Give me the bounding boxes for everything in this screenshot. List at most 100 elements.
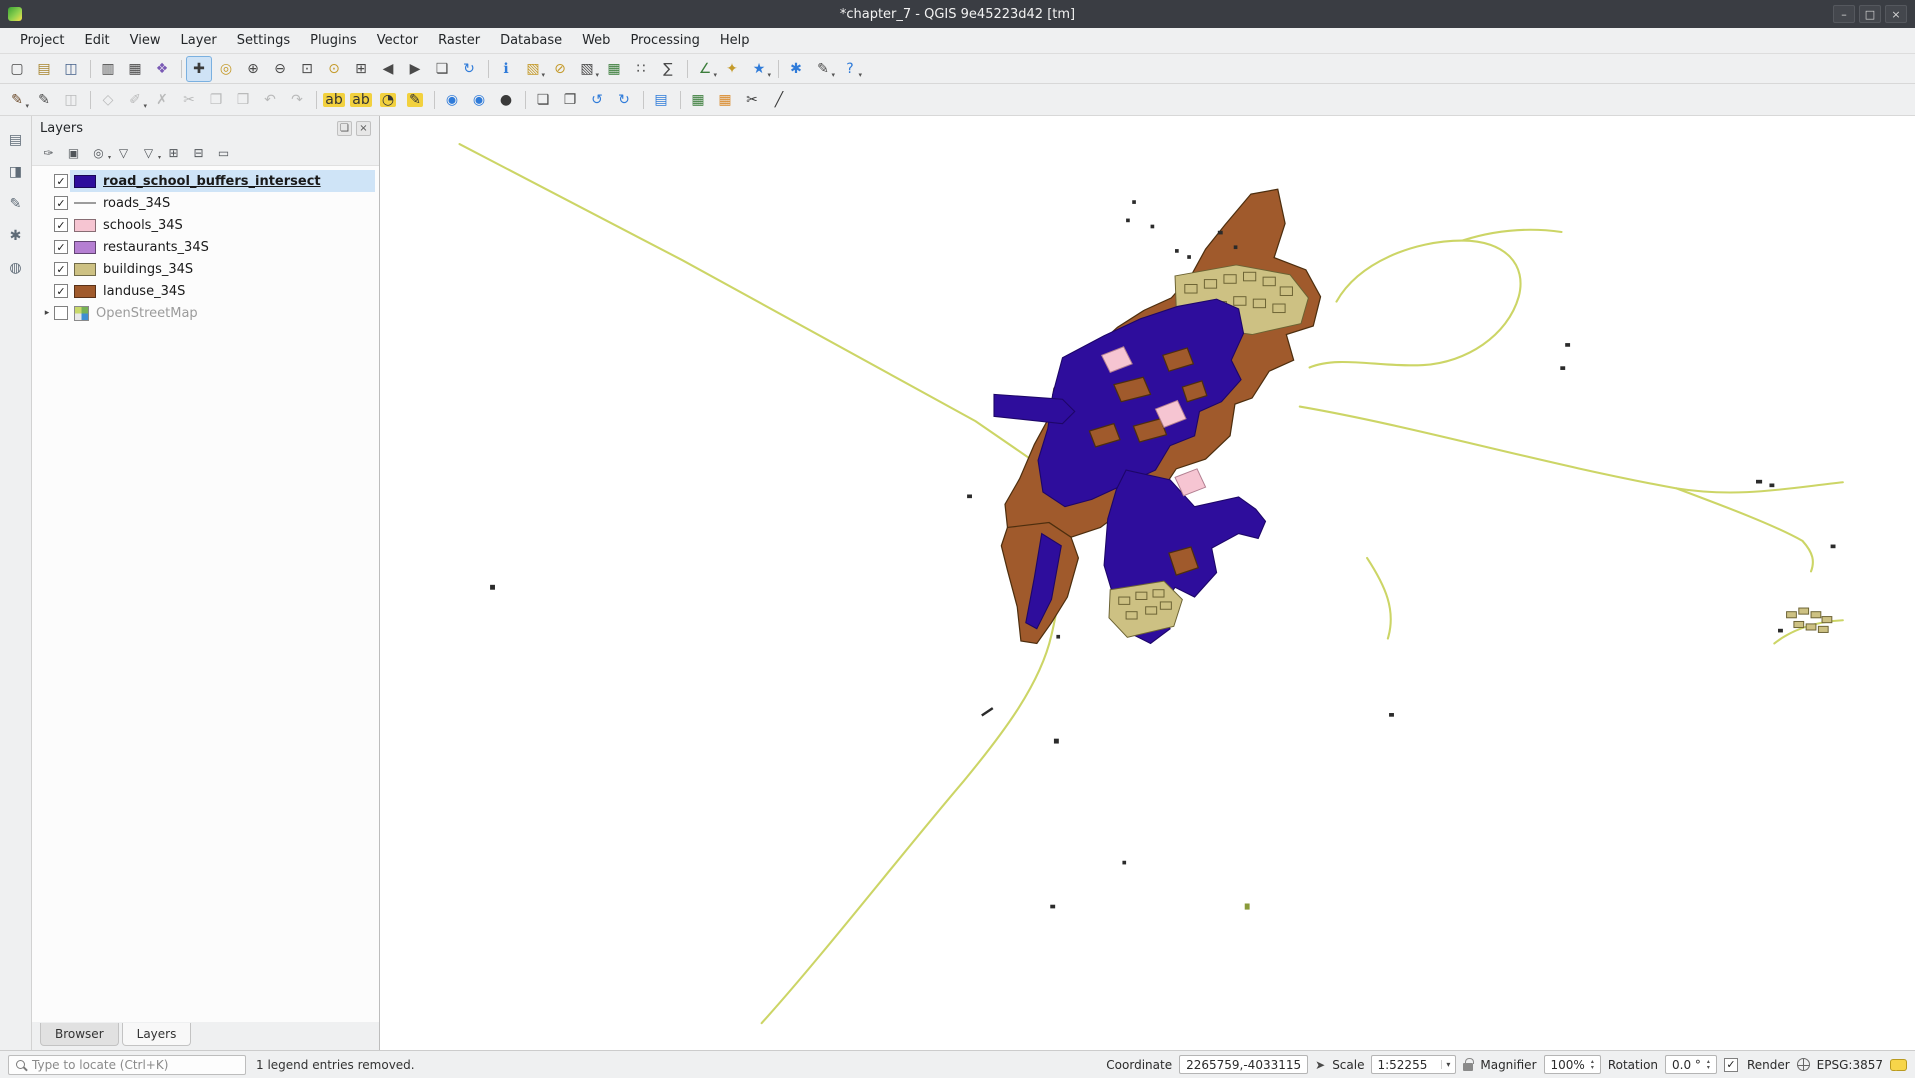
toolbar-separator[interactable] [638,87,647,113]
messages-icon[interactable] [1890,1059,1907,1071]
help-contents-icon[interactable]: ? [837,56,863,82]
expand-all-icon[interactable]: ⊞ [162,142,185,163]
new-map-view-icon[interactable]: ❏ [429,56,455,82]
layer-item[interactable]: schools_34S [32,214,379,236]
dock-processing-icon[interactable]: ✱ [10,228,22,244]
layer-labeling-icon[interactable]: ab [321,87,347,113]
azimuth-measure-icon[interactable]: ╱ [766,87,792,113]
zoom-to-layer-icon[interactable]: ⊞ [348,56,374,82]
add-feature-icon[interactable]: ◇ [95,87,121,113]
menu-item[interactable]: View [120,30,171,51]
label-pin-icon[interactable]: ✎ [402,87,428,113]
toolbar-separator[interactable] [311,87,320,113]
menu-item[interactable]: Plugins [300,30,367,51]
menu-item[interactable]: Layer [171,30,227,51]
refresh-map-icon[interactable]: ↻ [456,56,482,82]
style-manager-icon[interactable]: ❖ [149,56,175,82]
menu-item[interactable]: Edit [74,30,119,51]
spinner-arrows-icon[interactable] [1707,1059,1710,1071]
open-attribute-table-icon[interactable]: ▦ [601,56,627,82]
menu-item[interactable]: Help [710,30,760,51]
osm-place-search-icon[interactable]: ◉ [439,87,465,113]
layer-item[interactable]: buildings_34S [32,258,379,280]
toolbar-separator[interactable] [85,87,94,113]
toolbar-separator[interactable] [773,56,782,82]
toggle-editing-icon[interactable]: ✎ [31,87,57,113]
paste-style-icon[interactable]: ❐ [557,87,583,113]
grid-plugin-icon[interactable]: ▦ [712,87,738,113]
zoom-next-icon[interactable]: ▶ [402,56,428,82]
deselect-features-icon[interactable]: ⊘ [547,56,573,82]
menu-item[interactable]: Raster [428,30,490,51]
scale-lock-icon[interactable] [1463,1063,1473,1071]
toolbar-separator[interactable] [520,87,529,113]
layout-manager-icon[interactable]: ▦ [122,56,148,82]
copy-features-icon[interactable]: ❐ [203,87,229,113]
save-project-icon[interactable]: ◫ [58,56,84,82]
delete-selected-icon[interactable]: ✗ [149,87,175,113]
save-layer-edits-icon[interactable]: ◫ [58,87,84,113]
field-calculator-icon[interactable]: ∷ [628,56,654,82]
panel-tab[interactable]: Layers [122,1023,192,1046]
rotation-input[interactable]: 0.0 ° [1665,1055,1717,1074]
locate-search-input[interactable]: Type to locate (Ctrl+K) [8,1055,246,1075]
zoom-last-icon[interactable]: ◀ [375,56,401,82]
close-panel-icon[interactable]: × [356,121,371,136]
scale-combo[interactable]: 1:52255 ▾ [1371,1055,1456,1074]
filter-legend-icon[interactable]: ▽ [112,142,135,163]
map-tips-icon[interactable]: ✦ [719,56,745,82]
toolbar-separator[interactable] [682,56,691,82]
close-icon[interactable]: × [1885,5,1907,23]
zoom-out-icon[interactable]: ⊖ [267,56,293,82]
layer-visibility-checkbox[interactable] [54,174,68,188]
clipper-plugin-icon[interactable]: ✂ [739,87,765,113]
extents-toggle-icon[interactable]: ➤ [1315,1058,1325,1072]
manage-map-themes-icon[interactable]: ◎ [87,142,110,163]
pan-map-icon[interactable]: ✚ [186,56,212,82]
toolbar-separator[interactable] [483,56,492,82]
coordinate-input[interactable]: 2265759,-4033115 [1179,1055,1308,1074]
add-group-icon[interactable]: ▣ [62,142,85,163]
open-layer-styling-panel-icon[interactable]: ✑ [37,142,60,163]
zoom-in-icon[interactable]: ⊕ [240,56,266,82]
redo-style-icon[interactable]: ↻ [611,87,637,113]
layer-visibility-checkbox[interactable] [54,240,68,254]
pan-to-selection-icon[interactable]: ◎ [213,56,239,82]
layer-item[interactable]: roads_34S [32,192,379,214]
menu-item[interactable]: Web [572,30,620,51]
new-bookmark-icon[interactable]: ★ [746,56,772,82]
layer-diagram-icon[interactable]: ◔ [375,87,401,113]
layer-labeling-options-icon[interactable]: ab [348,87,374,113]
filter-by-expression-icon[interactable]: ▽ [137,142,160,163]
layer-visibility-checkbox[interactable] [54,284,68,298]
menu-item[interactable]: Settings [227,30,300,51]
processing-toolbox-icon[interactable]: ✱ [783,56,809,82]
identify-features-icon[interactable]: ℹ [493,56,519,82]
menu-item[interactable]: Project [10,30,74,51]
dock-editing-icon[interactable]: ✎ [10,196,22,212]
cut-features-icon[interactable]: ✂ [176,87,202,113]
magnifier-input[interactable]: 100% [1544,1055,1601,1074]
select-by-form-icon[interactable]: ▧ [574,56,600,82]
layer-visibility-checkbox[interactable] [54,218,68,232]
layer-expander-icon[interactable]: ▸ [40,308,54,318]
layer-visibility-checkbox[interactable] [54,306,68,320]
maximize-icon[interactable]: □ [1859,5,1881,23]
toolbar-separator[interactable] [85,56,94,82]
layer-item[interactable]: road_school_buffers_intersect [32,170,379,192]
undo-icon[interactable]: ↶ [257,87,283,113]
osm-reverse-search-icon[interactable]: ◉ [466,87,492,113]
paste-features-icon[interactable]: ❒ [230,87,256,113]
map-canvas[interactable] [380,116,1915,1050]
osm-settings-icon[interactable]: ● [493,87,519,113]
current-edits-icon[interactable]: ✎ [4,87,30,113]
minimize-icon[interactable]: – [1833,5,1855,23]
dock-osm-icon[interactable]: ◍ [9,260,21,276]
data-source-manager-icon[interactable]: ▤ [648,87,674,113]
layer-item[interactable]: landuse_34S [32,280,379,302]
copy-style-icon[interactable]: ❏ [530,87,556,113]
redo-icon[interactable]: ↷ [284,87,310,113]
zoom-full-icon[interactable]: ⊡ [294,56,320,82]
spinner-arrows-icon[interactable] [1591,1059,1594,1071]
raster-checker-plugin-icon[interactable]: ▦ [685,87,711,113]
